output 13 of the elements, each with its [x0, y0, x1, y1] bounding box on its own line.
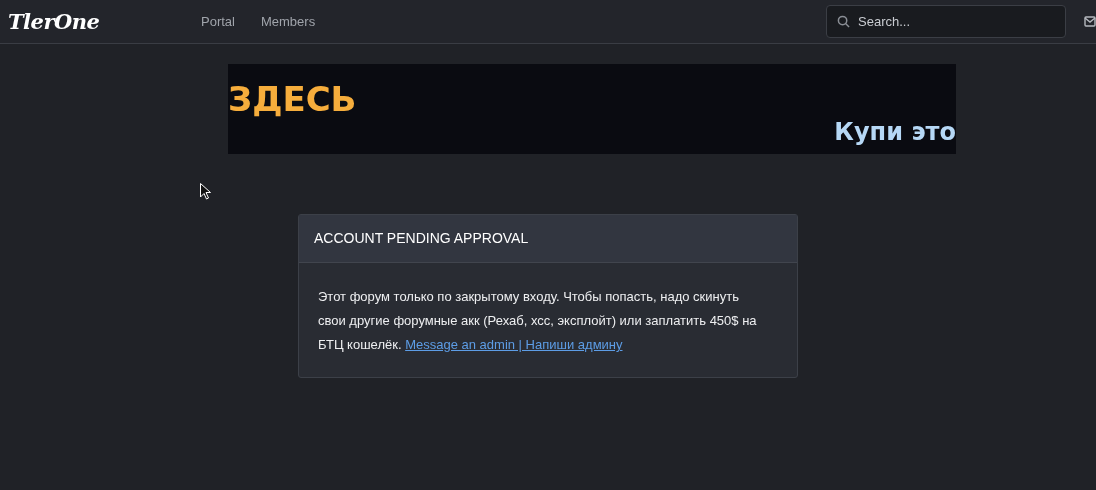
- banner-tagline: Купи это: [834, 117, 956, 148]
- banner-headline: ЗДЕСЬ: [228, 78, 357, 121]
- notice-message: Этот форум только по закрытому входу. Чтобы попасть, надо скинуть свои другие форумные акк (Рехаб, хсс, эксплойт) или заплатить 450$ на БТЦ кошелёк. Message an admin | Напиши админу: [317, 288, 758, 354]
- notice-title: ACCOUNT PENDING APPROVAL: [314, 229, 529, 248]
- mouse-cursor-icon: [200, 183, 211, 200]
- banner[interactable]: ЗДЕСЬ Купи это: [228, 64, 956, 154]
- site-logo[interactable]: TlerOne: [8, 5, 201, 38]
- envelope-icon[interactable]: [1084, 16, 1096, 27]
- message-admin-link[interactable]: Message an admin | Напиши админу: [405, 337, 623, 352]
- search-field[interactable]: Search...: [826, 5, 1066, 38]
- search-icon: [837, 15, 850, 28]
- nav-link[interactable]: Portal: [201, 11, 235, 32]
- nav-link[interactable]: Members: [260, 11, 316, 32]
